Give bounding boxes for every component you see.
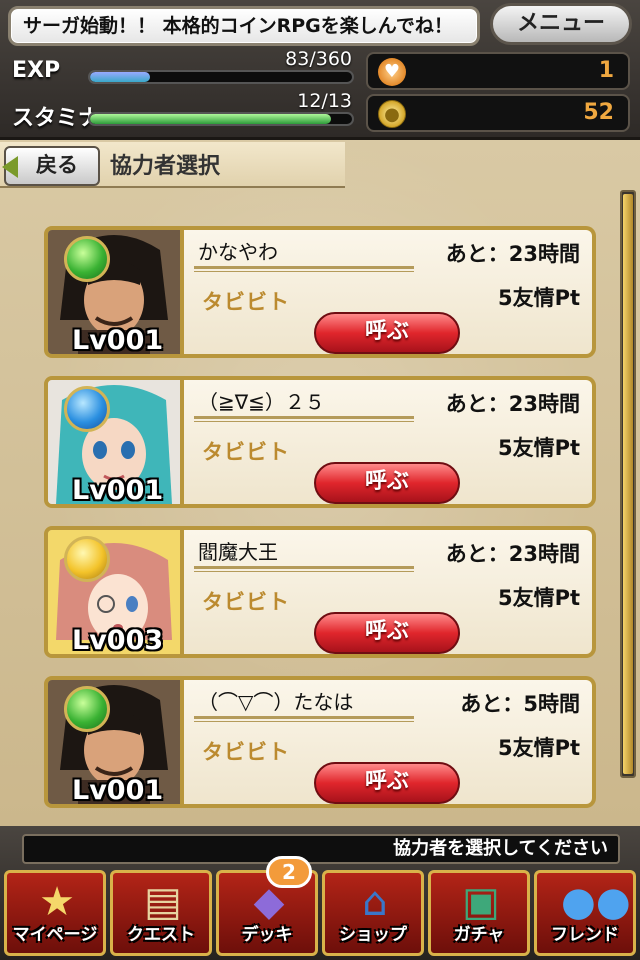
nav-quest[interactable]: ▤ クエスト: [110, 870, 212, 956]
nav-label: ショップ: [339, 925, 407, 945]
nav-friend[interactable]: ●● フレンド: [534, 870, 636, 956]
green-orb-icon: [64, 686, 110, 732]
helper-portrait: Lv001: [44, 226, 184, 358]
helper-card[interactable]: Lv003 閻魔大王 あと：23時間 タビビト 5友情Pt 呼ぶ: [44, 526, 596, 658]
helper-level: Lv001: [72, 325, 164, 356]
page-title: 協力者選択: [110, 154, 221, 179]
breadcrumb: 戻る 協力者選択: [0, 142, 345, 188]
helper-name: 閻魔大王: [198, 540, 278, 564]
helper-info: （⌒▽⌒）たなは あと：5時間 タビビト 5友情Pt 呼ぶ: [184, 676, 596, 808]
call-button[interactable]: 呼ぶ: [314, 612, 460, 654]
helper-name: （≧∇≦）２５: [198, 390, 325, 414]
heart-count: 1: [598, 58, 614, 83]
divider: [194, 716, 414, 722]
helper-time-remaining: あと：23時間: [445, 392, 580, 416]
yellow-star-orb-icon: [64, 536, 110, 582]
helper-skill: タビビト: [202, 290, 290, 314]
helper-portrait: Lv001: [44, 676, 184, 808]
helper-time-remaining: あと：23時間: [445, 542, 580, 566]
bottom-nav: 協力者を選択してください ★ マイページ ▤ クエスト ◆ デッキ ⌂ ショップ…: [0, 826, 640, 960]
helper-info: かなやわ あと：23時間 タビビト 5友情Pt 呼ぶ: [184, 226, 596, 358]
exp-bar-fill: [90, 72, 151, 82]
helper-level: Lv001: [72, 475, 164, 506]
helper-info: （≧∇≦）２５ あと：23時間 タビビト 5友情Pt 呼ぶ: [184, 376, 596, 508]
stamina-bar-fill: [90, 114, 332, 124]
call-button[interactable]: 呼ぶ: [314, 462, 460, 504]
blue-orb-icon: [64, 386, 110, 432]
nav-label: クエスト: [127, 925, 195, 945]
helper-card[interactable]: Lv001 （≧∇≦）２５ あと：23時間 タビビト 5友情Pt 呼ぶ: [44, 376, 596, 508]
exp-value: 83/360: [285, 48, 352, 70]
nav-label: マイページ: [12, 925, 98, 945]
helper-select-panel: 戻る 協力者選択 Lv001 かなやわ あと：23時間 タビビト 5友情Pt 呼…: [0, 140, 640, 826]
helper-skill: タビビト: [202, 740, 290, 764]
helper-skill: タビビト: [202, 590, 290, 614]
call-button[interactable]: 呼ぶ: [314, 312, 460, 354]
helper-name: （⌒▽⌒）たなは: [198, 690, 354, 714]
nav-shop[interactable]: ⌂ ショップ: [322, 870, 424, 956]
helper-portrait: Lv001: [44, 376, 184, 508]
stamina-bar: [88, 112, 354, 126]
nav-mypage[interactable]: ★ マイページ: [4, 870, 106, 956]
helper-friend-points: 5友情Pt: [497, 286, 580, 310]
nav-label: ガチャ: [453, 925, 505, 945]
divider: [194, 416, 414, 422]
helper-skill: タビビト: [202, 440, 290, 464]
nav-gacha[interactable]: ▣ ガチャ: [428, 870, 530, 956]
stamina-label: スタミナ: [12, 106, 101, 131]
helper-card[interactable]: Lv001 かなやわ あと：23時間 タビビト 5友情Pt 呼ぶ: [44, 226, 596, 358]
status-message: 協力者を選択してください: [22, 834, 620, 864]
divider: [194, 266, 414, 272]
helper-time-remaining: あと：5時間: [460, 692, 580, 716]
helper-card[interactable]: Lv001 （⌒▽⌒）たなは あと：5時間 タビビト 5友情Pt 呼ぶ: [44, 676, 596, 808]
helper-friend-points: 5友情Pt: [497, 436, 580, 460]
heart-gem-icon: ♥: [378, 58, 406, 86]
notice-banner[interactable]: サーガ始動！！ 本格的コインRPGを楽しんでね！: [8, 6, 480, 46]
gold-coin-icon: ●: [378, 100, 406, 128]
stamina-value: 12/13: [297, 90, 352, 112]
exp-bar: [88, 70, 354, 84]
green-orb-icon: [64, 236, 110, 282]
back-arrow-icon: [2, 156, 18, 178]
nav-label: フレンド: [551, 925, 619, 945]
exp-label: EXP: [12, 58, 61, 83]
top-status-bar: サーガ始動！！ 本格的コインRPGを楽しんでね！ メニュー EXP 83/360…: [0, 0, 640, 140]
back-button[interactable]: 戻る: [2, 146, 100, 186]
divider: [194, 566, 414, 572]
deck-notification-badge: 2: [266, 856, 312, 888]
scrollbar[interactable]: [620, 190, 636, 778]
menu-button[interactable]: メニュー: [490, 3, 632, 45]
helper-portrait: Lv003: [44, 526, 184, 658]
heart-counter: ♥ 1: [366, 52, 630, 90]
back-label: 戻る: [36, 153, 78, 177]
helper-level: Lv003: [72, 625, 164, 656]
call-button[interactable]: 呼ぶ: [314, 762, 460, 804]
helper-name: かなやわ: [198, 240, 278, 264]
nav-label: デッキ: [241, 925, 293, 945]
helper-friend-points: 5友情Pt: [497, 736, 580, 760]
helper-level: Lv001: [72, 775, 164, 806]
coin-count: 52: [583, 100, 614, 125]
helper-time-remaining: あと：23時間: [445, 242, 580, 266]
coin-counter: ● 52: [366, 94, 630, 132]
helper-friend-points: 5友情Pt: [497, 586, 580, 610]
scrollbar-thumb[interactable]: [623, 194, 633, 774]
helper-info: 閻魔大王 あと：23時間 タビビト 5友情Pt 呼ぶ: [184, 526, 596, 658]
